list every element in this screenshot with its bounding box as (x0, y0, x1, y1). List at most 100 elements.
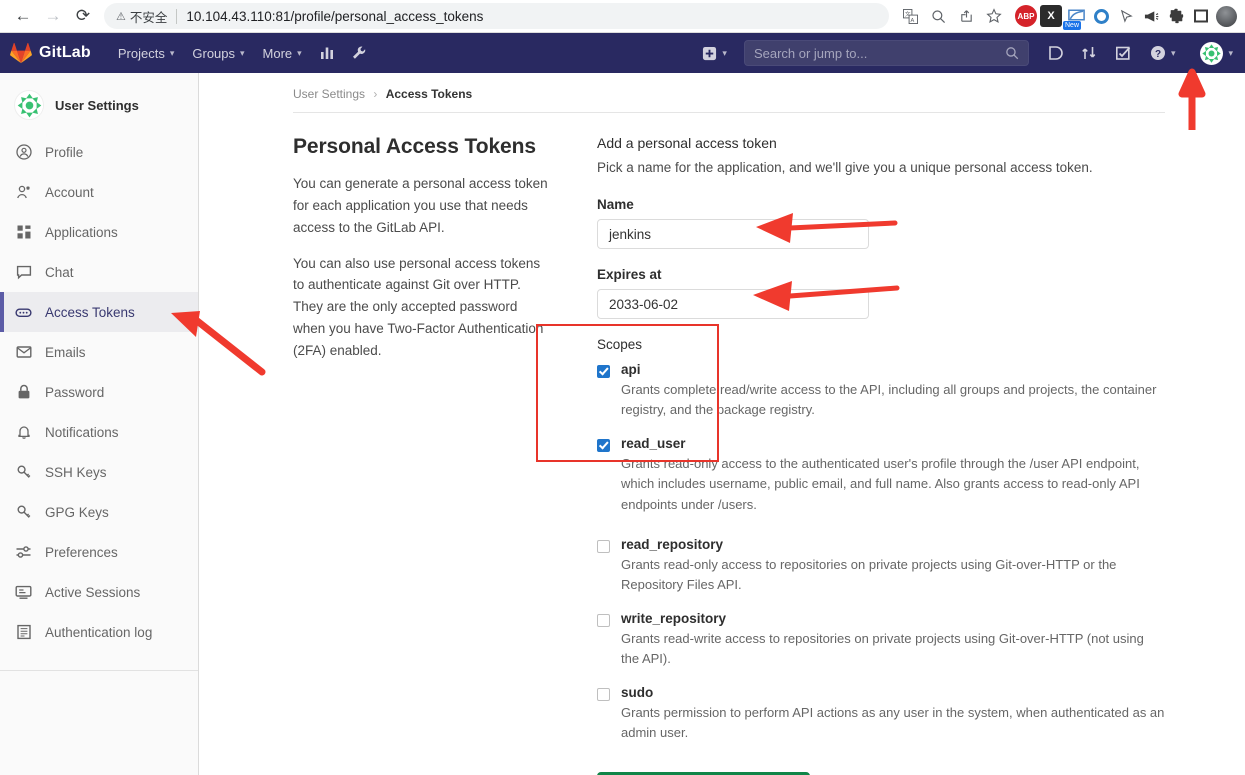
chevron-down-icon: ▾ (722, 47, 727, 58)
new-item-dropdown[interactable]: ▾ (693, 33, 736, 73)
create-token-button[interactable]: Create personal access token (597, 771, 810, 775)
reload-icon[interactable]: ⟳ (68, 3, 98, 29)
translate-icon[interactable]: 文A (897, 4, 923, 28)
key-icon (15, 464, 32, 480)
user-menu-dropdown[interactable]: ▾ (1186, 33, 1233, 73)
bookmark-star-icon[interactable] (981, 4, 1007, 28)
scope-name: read_repository (621, 536, 724, 552)
search-icon[interactable] (1005, 46, 1019, 60)
sidebar-divider (0, 670, 198, 671)
expires-input[interactable]: 2033-06-02 (597, 289, 869, 319)
puzzle-piece-icon[interactable] (1165, 5, 1187, 27)
scope-description: Grants read-only access to repositories … (621, 556, 1117, 592)
scope-checkbox-read-user[interactable] (597, 439, 610, 453)
sidebar-item-authentication-log[interactable]: Authentication log (0, 612, 198, 652)
x-extension-icon[interactable]: X (1040, 5, 1062, 27)
search-icon[interactable] (925, 4, 951, 28)
scopes-label: Scopes (597, 337, 643, 352)
browser-toolbar: ← → ⟳ ⚠ 不安全 10.104.43.110:81/profile/per… (0, 0, 1245, 33)
search-input[interactable] (753, 45, 1005, 61)
scope-checkbox-sudo[interactable] (597, 688, 610, 702)
profile-avatar-icon[interactable] (1215, 5, 1237, 27)
address-bar[interactable]: ⚠ 不安全 10.104.43.110:81/profile/personal_… (104, 3, 889, 29)
name-input[interactable]: jenkins (597, 219, 869, 249)
todos-icon[interactable] (1107, 33, 1139, 73)
sidebar-item-preferences[interactable]: Preferences (0, 532, 198, 572)
sidebar-item-label: Profile (45, 144, 84, 160)
sidebar-item-account[interactable]: Account (0, 172, 198, 212)
adblock-plus-icon[interactable]: ABP (1015, 5, 1037, 27)
navbar-search-box[interactable] (743, 40, 1029, 66)
nav-item-groups[interactable]: Groups ▾ (183, 33, 253, 73)
merge-requests-icon[interactable] (1073, 33, 1105, 73)
sidebar-item-label: Chat (45, 264, 74, 280)
forward-arrow-icon[interactable]: → (38, 3, 68, 29)
intro-paragraph-2: You can also use personal access tokens … (293, 255, 544, 359)
sidebar-item-label: Preferences (45, 544, 118, 560)
security-warning-icon: ⚠ (116, 10, 126, 23)
name-field-group: Name jenkins (597, 197, 1165, 249)
sidebar-item-label: Authentication log (45, 624, 153, 640)
profile-icon (15, 144, 32, 160)
megaphone-icon[interactable] (1140, 5, 1162, 27)
scope-name: sudo (621, 685, 654, 701)
new-badge-extension-icon[interactable]: New (1063, 5, 1087, 30)
sidebar-item-label: SSH Keys (45, 464, 107, 480)
sidebar-item-gpg-keys[interactable]: GPG Keys (0, 492, 198, 532)
analytics-chart-icon[interactable] (311, 33, 343, 73)
sidebar-item-label: Emails (45, 344, 86, 360)
scope-row[interactable]: sudo Grants permission to perform API ac… (597, 685, 1165, 743)
cursor-icon[interactable] (1115, 5, 1137, 27)
intro-paragraph-1: You can generate a personal access token… (293, 176, 548, 235)
gitlab-brand[interactable]: GitLab (10, 42, 91, 64)
share-icon[interactable] (953, 4, 979, 28)
sidebar-panel-icon[interactable] (1190, 5, 1212, 27)
scope-description: Grants permission to perform API actions… (621, 705, 1165, 741)
new-badge-label: New (1063, 21, 1082, 30)
scope-checkbox-read-repository[interactable] (597, 539, 610, 553)
nav-item-projects[interactable]: Projects ▾ (109, 33, 184, 73)
breadcrumb-parent[interactable]: User Settings (293, 87, 365, 101)
name-label: Name (597, 197, 634, 212)
nav-item-more[interactable]: More ▾ (254, 33, 311, 73)
key-icon (15, 504, 32, 520)
scope-row[interactable]: read_repository Grants read-only access … (597, 537, 1165, 595)
sidebar-item-access-tokens[interactable]: Access Tokens (0, 292, 198, 332)
sidebar-item-label: Active Sessions (45, 584, 141, 600)
help-dropdown[interactable]: ? ▾ (1141, 33, 1185, 73)
main-content: User Settings › Access Tokens Personal A… (199, 73, 1245, 775)
sidebar-item-notifications[interactable]: Notifications (0, 412, 198, 452)
sidebar-item-emails[interactable]: Emails (0, 332, 198, 372)
lock-icon (15, 384, 32, 400)
help-circle-icon: ? (1150, 46, 1165, 60)
scope-row[interactable]: read_user Grants read-only access to the… (597, 436, 1165, 514)
opera-circle-icon[interactable] (1090, 5, 1112, 27)
omnibox-divider (176, 8, 178, 24)
scope-description: Grants read-write access to repositories… (621, 630, 1144, 667)
wrench-icon[interactable] (343, 33, 375, 73)
svg-text:?: ? (1155, 49, 1161, 60)
issues-icon[interactable] (1039, 33, 1071, 73)
token-form: Add a personal access token Pick a name … (597, 135, 1165, 775)
page-body: User Settings Profile Account Applicatio… (0, 73, 1245, 775)
scope-checkbox-api[interactable] (597, 365, 610, 378)
sidebar-item-ssh-keys[interactable]: SSH Keys (0, 452, 198, 492)
scope-row[interactable]: api Grants complete read/write access to… (597, 362, 1165, 420)
expires-field-group: Expires at 2033-06-02 (597, 267, 1165, 319)
sidebar-item-applications[interactable]: Applications (0, 212, 198, 252)
expires-label: Expires at (597, 267, 662, 282)
gitlab-brand-text: GitLab (39, 44, 91, 61)
scope-row[interactable]: write_repository Grants read-write acces… (597, 611, 1165, 669)
sidebar-item-password[interactable]: Password (0, 372, 198, 412)
form-subheading: Pick a name for the application, and we'… (597, 160, 1093, 175)
gitlab-navbar: GitLab Projects ▾ Groups ▾ More ▾ ▾ Sear… (0, 33, 1245, 73)
sidebar-item-active-sessions[interactable]: Active Sessions (0, 572, 198, 612)
extension-tray: ABP X New (1007, 5, 1237, 30)
sidebar-item-chat[interactable]: Chat (0, 252, 198, 292)
back-arrow-icon[interactable]: ← (8, 3, 38, 29)
nav-item-groups-label: Groups (192, 45, 236, 61)
bell-icon (15, 424, 32, 440)
scope-checkbox-write-repository[interactable] (597, 613, 610, 627)
breadcrumb: User Settings › Access Tokens (199, 73, 1245, 101)
sidebar-item-profile[interactable]: Profile (0, 132, 198, 172)
